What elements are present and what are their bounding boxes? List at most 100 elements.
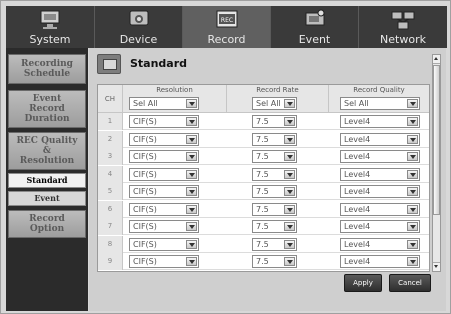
table-row: 4 CIF(S) 7.5 Level4: [98, 165, 429, 183]
sidebar-item-label: Standard: [26, 175, 68, 185]
record-quality-select[interactable]: Level4: [340, 202, 420, 216]
column-header-record-rate: Record Rate Sel All: [227, 85, 329, 113]
record-rate-select-all[interactable]: Sel All: [252, 97, 297, 110]
scroll-up-icon[interactable]: [433, 55, 440, 64]
channel-number: 3: [98, 148, 123, 165]
table-row: 5 CIF(S) 7.5 Level4: [98, 183, 429, 200]
resolution-select[interactable]: CIF(S): [129, 237, 199, 251]
record-quality-select-all[interactable]: Sel All: [340, 97, 420, 110]
chevron-down-icon: [284, 187, 295, 196]
chevron-down-icon: [186, 187, 197, 196]
chevron-down-icon: [407, 169, 418, 179]
chevron-down-icon: [186, 222, 197, 231]
channel-number: 5: [98, 183, 123, 200]
record-rate-select[interactable]: 7.5: [252, 150, 297, 163]
network-icon: [391, 11, 415, 30]
chevron-down-icon: [407, 152, 418, 161]
sidebar-item-record-option[interactable]: Record Option: [8, 210, 86, 238]
standard-record-icon: [97, 54, 121, 74]
chevron-down-icon: [284, 239, 295, 249]
sidebar-item-label: Record Option: [29, 214, 65, 234]
tab-system[interactable]: System: [6, 6, 94, 48]
chevron-down-icon: [284, 134, 295, 144]
table-row: 2 CIF(S) 7.5 Level4: [98, 130, 429, 148]
sidebar-item-label: Event Record Duration: [24, 94, 70, 124]
record-quality-select[interactable]: Level4: [340, 150, 420, 163]
record-rate-select[interactable]: 7.5: [252, 132, 297, 146]
record-rate-select[interactable]: 7.5: [252, 220, 297, 233]
record-rate-select[interactable]: 7.5: [252, 237, 297, 251]
resolution-select[interactable]: CIF(S): [129, 115, 199, 128]
scroll-down-icon[interactable]: [433, 262, 440, 271]
column-header-record-quality: Record Quality Sel All: [329, 85, 429, 113]
chevron-down-icon: [186, 257, 197, 266]
resolution-select[interactable]: CIF(S): [129, 255, 199, 268]
chevron-down-icon: [186, 169, 197, 179]
sidebar-item-event-record-duration[interactable]: Event Record Duration: [8, 90, 86, 128]
column-header-ch: CH: [98, 85, 123, 113]
record-quality-select[interactable]: Level4: [340, 220, 420, 233]
resolution-select[interactable]: CIF(S): [129, 167, 199, 181]
tab-label: Event: [298, 33, 331, 46]
record-quality-select[interactable]: Level4: [340, 185, 420, 198]
resolution-select[interactable]: CIF(S): [129, 202, 199, 216]
sidebar-item-label: Recording Schedule: [21, 59, 73, 79]
chevron-down-icon: [407, 134, 418, 144]
record-quality-select[interactable]: Level4: [340, 167, 420, 181]
chevron-down-icon: [407, 204, 418, 214]
channel-number: 1: [98, 113, 123, 130]
record-quality-select[interactable]: Level4: [340, 255, 420, 268]
chevron-down-icon: [284, 169, 295, 179]
record-rate-select[interactable]: 7.5: [252, 255, 297, 268]
resolution-select-all[interactable]: Sel All: [129, 97, 199, 110]
tab-record[interactable]: REC Record: [182, 6, 270, 48]
sidebar-subitem-standard[interactable]: Standard: [8, 173, 86, 188]
sidebar-item-recording-schedule[interactable]: Recording Schedule: [8, 54, 86, 84]
chevron-down-icon: [284, 257, 295, 266]
record-quality-select[interactable]: Level4: [340, 115, 420, 128]
settings-table: CH Resolution Sel All Record Rate Sel Al…: [97, 84, 430, 272]
resolution-select[interactable]: CIF(S): [129, 150, 199, 163]
sidebar: Recording Schedule Event Record Duration…: [6, 48, 88, 311]
page-title: Standard: [130, 57, 188, 70]
channel-number: 9: [98, 253, 123, 270]
record-quality-select[interactable]: Level4: [340, 132, 420, 146]
record-quality-select[interactable]: Level4: [340, 237, 420, 251]
apply-button[interactable]: Apply: [344, 274, 382, 292]
tab-device[interactable]: Device: [94, 6, 182, 48]
cancel-button[interactable]: Cancel: [389, 274, 431, 292]
chevron-down-icon: [186, 134, 197, 144]
vertical-scrollbar[interactable]: [432, 54, 441, 272]
chevron-down-icon: [407, 257, 418, 266]
top-tab-bar: System Device REC Record Event Network: [6, 6, 447, 48]
chevron-down-icon: [186, 117, 197, 126]
scroll-thumb[interactable]: [433, 65, 440, 215]
record-rate-select[interactable]: 7.5: [252, 115, 297, 128]
table-row: 3 CIF(S) 7.5 Level4: [98, 148, 429, 165]
column-header-resolution: Resolution Sel All: [123, 85, 227, 113]
app-window: System Device REC Record Event Network R…: [0, 0, 451, 314]
record-rate-select[interactable]: 7.5: [252, 185, 297, 198]
sidebar-item-label: REC Quality & Resolution: [16, 136, 78, 166]
svg-text:REC: REC: [220, 17, 232, 24]
table-row: 1 CIF(S) 7.5 Level4: [98, 113, 429, 130]
table-row: 7 CIF(S) 7.5 Level4: [98, 218, 429, 235]
tab-label: Network: [380, 33, 426, 46]
chevron-down-icon: [407, 222, 418, 231]
channel-number: 6: [98, 200, 123, 218]
channel-number: 4: [98, 165, 123, 183]
record-rate-select[interactable]: 7.5: [252, 202, 297, 216]
tab-event[interactable]: Event: [270, 6, 358, 48]
resolution-select[interactable]: CIF(S): [129, 185, 199, 198]
chevron-down-icon: [407, 117, 418, 126]
table-row: 6 CIF(S) 7.5 Level4: [98, 200, 429, 218]
monitor-icon: [40, 10, 60, 29]
tab-label: Record: [207, 33, 246, 46]
tab-network[interactable]: Network: [358, 6, 447, 48]
resolution-select[interactable]: CIF(S): [129, 132, 199, 146]
record-rate-select[interactable]: 7.5: [252, 167, 297, 181]
sidebar-subitem-event[interactable]: Event: [8, 191, 86, 206]
resolution-select[interactable]: CIF(S): [129, 220, 199, 233]
sidebar-item-rec-quality-resolution[interactable]: REC Quality & Resolution: [8, 132, 86, 170]
channel-number: 7: [98, 218, 123, 235]
